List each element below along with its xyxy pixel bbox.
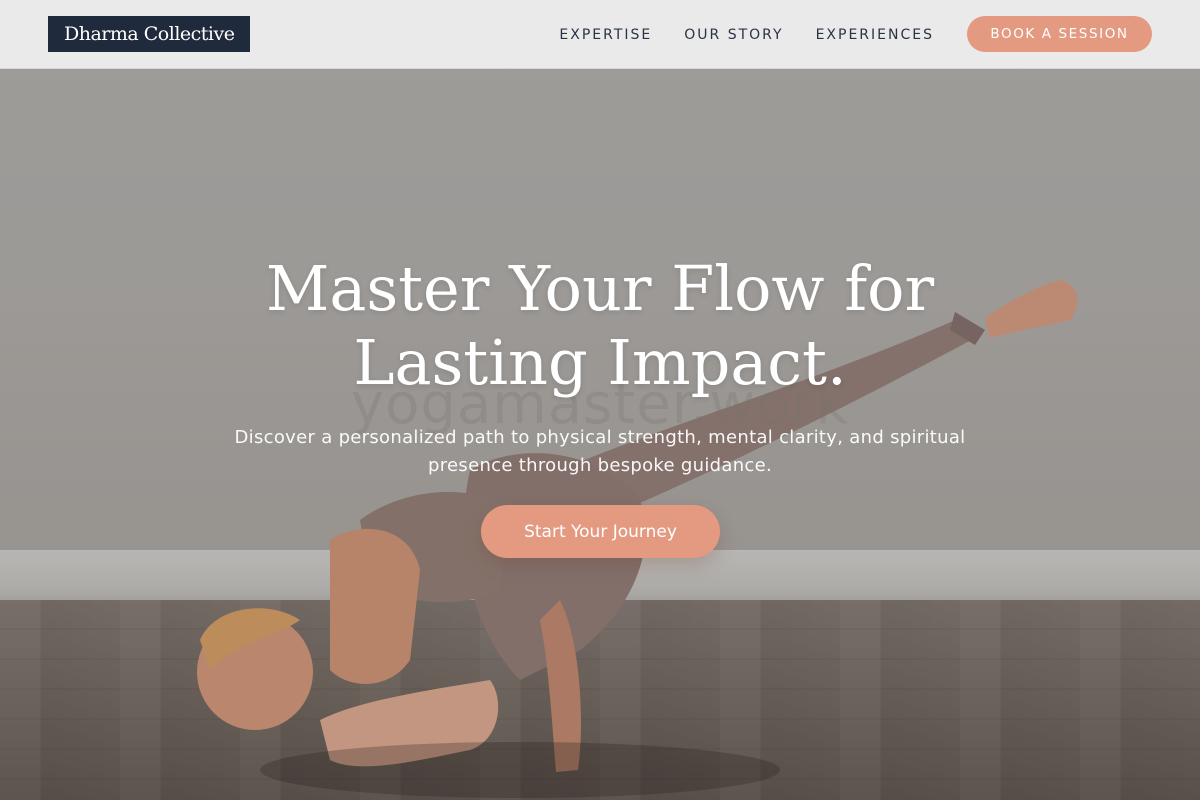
hero-headline: Master Your Flow for Lasting Impact. [200, 252, 1000, 400]
start-journey-button[interactable]: Start Your Journey [481, 505, 720, 558]
hero-headline-line1: Master Your Flow for [265, 252, 935, 325]
hero-headline-line2: Lasting Impact. [353, 326, 847, 399]
nav-link-our-story[interactable]: OUR STORY [684, 27, 783, 43]
book-session-button[interactable]: BOOK A SESSION [967, 16, 1152, 52]
hero-subtext: Discover a personalized path to physical… [234, 427, 966, 476]
nav-link-experiences[interactable]: EXPERIENCES [816, 27, 934, 43]
top-navbar: Dharma Collective EXPERTISE OUR STORY EX… [0, 0, 1200, 69]
nav-links: EXPERTISE OUR STORY EXPERIENCES [559, 0, 934, 69]
nav-link-expertise[interactable]: EXPERTISE [559, 27, 652, 43]
hero-section: yogamaster.work Master Your Flow for Las… [0, 0, 1200, 800]
brand-logo[interactable]: Dharma Collective [48, 16, 251, 52]
